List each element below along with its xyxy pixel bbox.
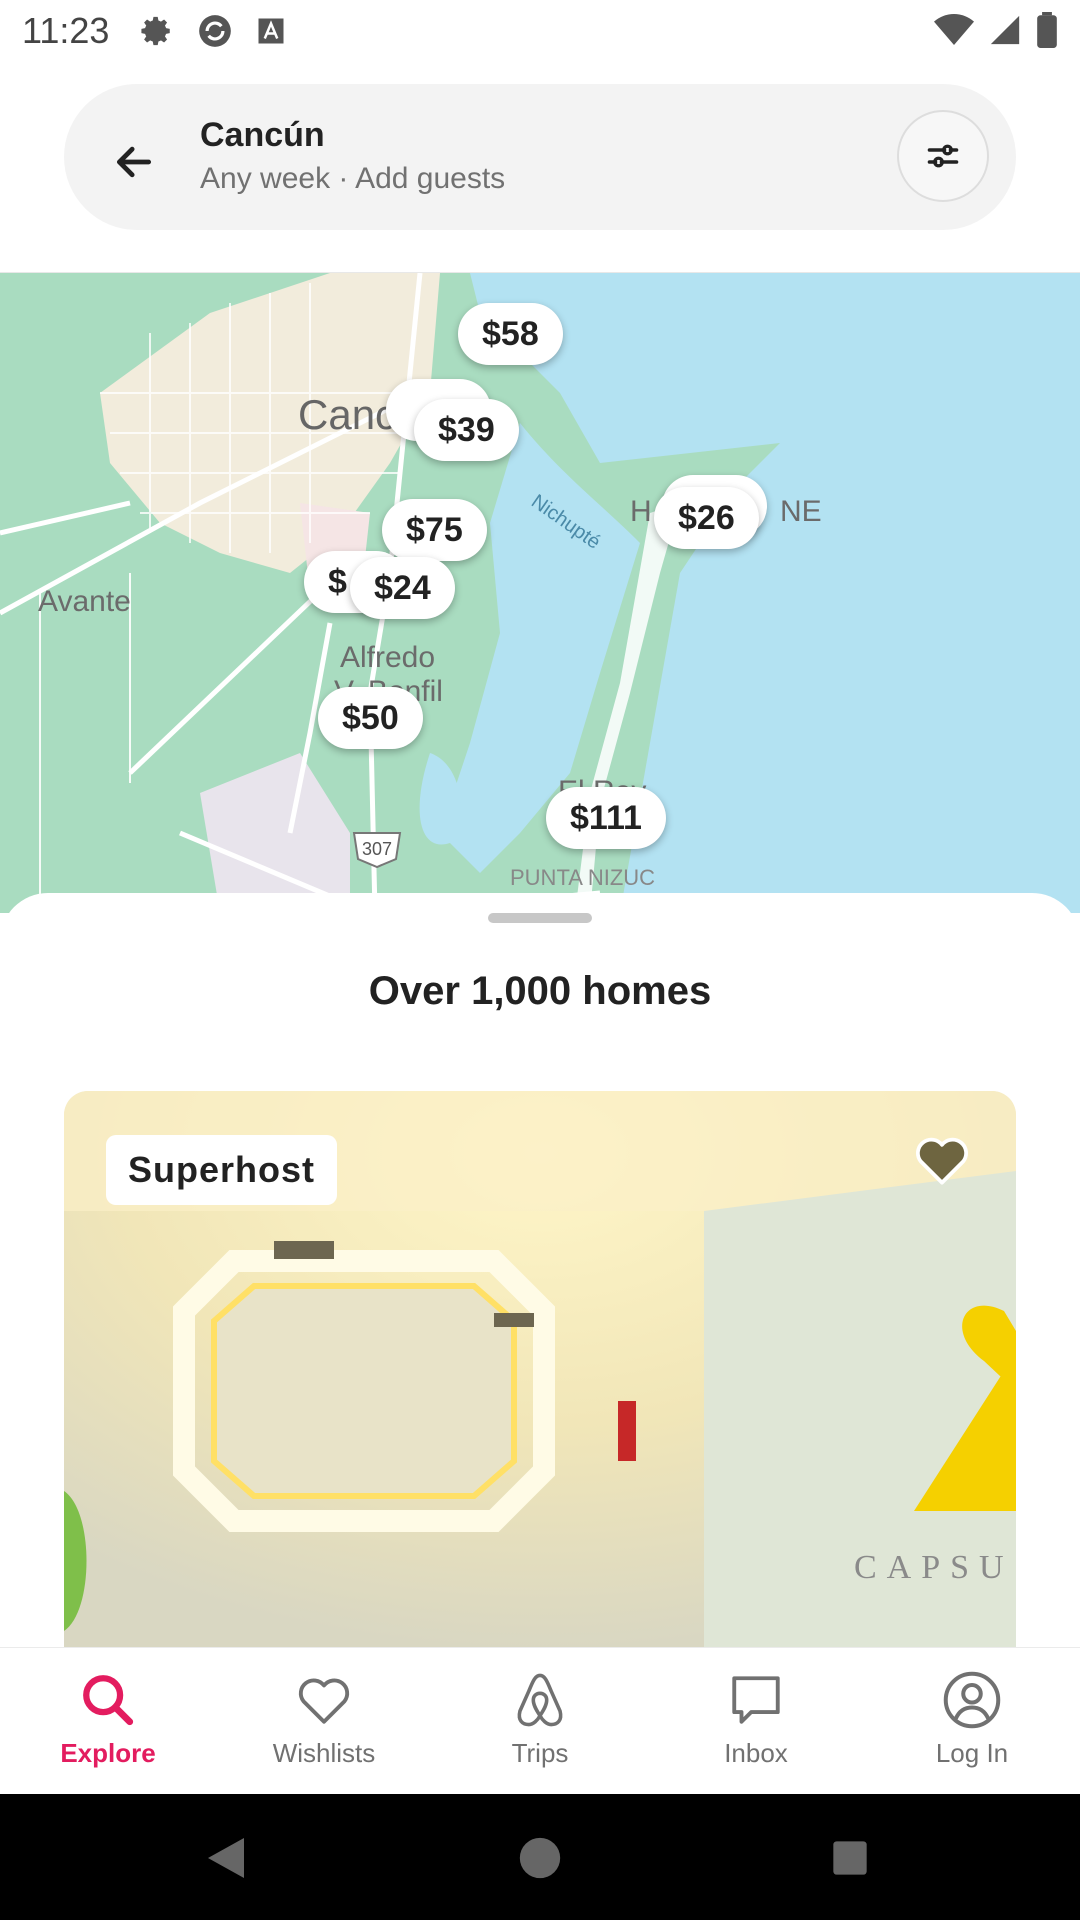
search-icon — [78, 1670, 138, 1730]
superhost-badge: Superhost — [106, 1135, 338, 1205]
sync-icon — [196, 12, 234, 50]
status-icons-right — [934, 12, 1058, 48]
map-label-cancun: Canc — [298, 391, 397, 438]
map[interactable]: Canc Avante Alfredo V. Bonfil Nichupté H… — [0, 273, 1080, 913]
map-label-h: H — [630, 495, 652, 528]
triangle-back-icon — [208, 1838, 244, 1878]
system-home-button[interactable] — [512, 1830, 568, 1886]
map-label-ne: NE — [780, 495, 822, 528]
nav-label: Log In — [935, 1738, 1009, 1768]
sheet-drag-handle[interactable] — [488, 913, 592, 923]
price-pin[interactable]: $75 — [382, 499, 487, 561]
back-button[interactable] — [104, 132, 164, 192]
wifi-icon — [934, 13, 974, 47]
status-icons-left — [140, 12, 286, 50]
search-location[interactable]: Cancún — [200, 116, 325, 155]
status-time: 11:23 — [22, 10, 110, 51]
font-icon — [256, 16, 286, 46]
battery-icon — [1036, 12, 1058, 48]
square-recents-icon — [833, 1841, 867, 1875]
nav-label: Inbox — [724, 1738, 788, 1768]
message-icon — [726, 1670, 786, 1730]
map-background — [0, 273, 1080, 913]
nav-label: Wishlists — [272, 1738, 376, 1768]
status-bar: 11:23 — [0, 0, 1080, 62]
heart-icon — [294, 1670, 354, 1730]
arrow-left-icon — [116, 146, 152, 178]
system-back-button[interactable] — [198, 1830, 254, 1886]
circle-home-icon — [519, 1837, 561, 1879]
nav-log-in[interactable]: Log In — [864, 1648, 1080, 1795]
nav-label: Trips — [511, 1738, 569, 1768]
price-pin[interactable]: $50 — [318, 687, 423, 749]
gear-icon — [140, 14, 174, 48]
price-pin[interactable]: $111 — [546, 787, 666, 849]
nav-label: Explore — [60, 1738, 156, 1768]
search-dates-guests[interactable]: Any week · Add guests — [200, 162, 505, 196]
filter-button[interactable] — [897, 110, 989, 202]
listing-photo-text: CAPSU — [854, 1549, 1014, 1586]
system-recents-button[interactable] — [822, 1830, 878, 1886]
price-pin[interactable]: $58 — [458, 303, 563, 365]
price-pin[interactable]: $26 — [654, 487, 759, 549]
price-pin[interactable]: $39 — [414, 399, 519, 461]
bottom-nav: Explore Wishlists Trips Inbox Log In — [0, 1647, 1080, 1795]
user-circle-icon — [942, 1670, 1002, 1730]
nav-wishlists[interactable]: Wishlists — [216, 1648, 432, 1795]
map-label-alfredo: Alfredo — [340, 641, 436, 674]
filter-sliders-icon — [927, 144, 959, 168]
signal-icon — [988, 13, 1022, 47]
wishlist-heart-button[interactable] — [910, 1127, 974, 1191]
svg-text:307: 307 — [362, 839, 392, 859]
nav-inbox[interactable]: Inbox — [648, 1648, 864, 1795]
nav-trips[interactable]: Trips — [432, 1648, 648, 1795]
results-sheet[interactable]: Over 1,000 homes CAPSU Superhost — [0, 893, 1080, 1647]
heart-icon — [916, 1137, 968, 1185]
search-pill[interactable] — [64, 84, 1016, 230]
road-shield-icon: 307 — [352, 832, 402, 869]
map-label-punta-nizuc: PUNTA NIZUC — [510, 865, 656, 890]
results-count: Over 1,000 homes — [368, 969, 712, 1013]
map-label-avante: Avante — [38, 585, 131, 618]
price-pin[interactable]: $24 — [350, 557, 455, 619]
airbnb-logo-icon — [510, 1670, 570, 1730]
nav-explore[interactable]: Explore — [0, 1648, 216, 1795]
system-nav-bar — [0, 1794, 1080, 1920]
